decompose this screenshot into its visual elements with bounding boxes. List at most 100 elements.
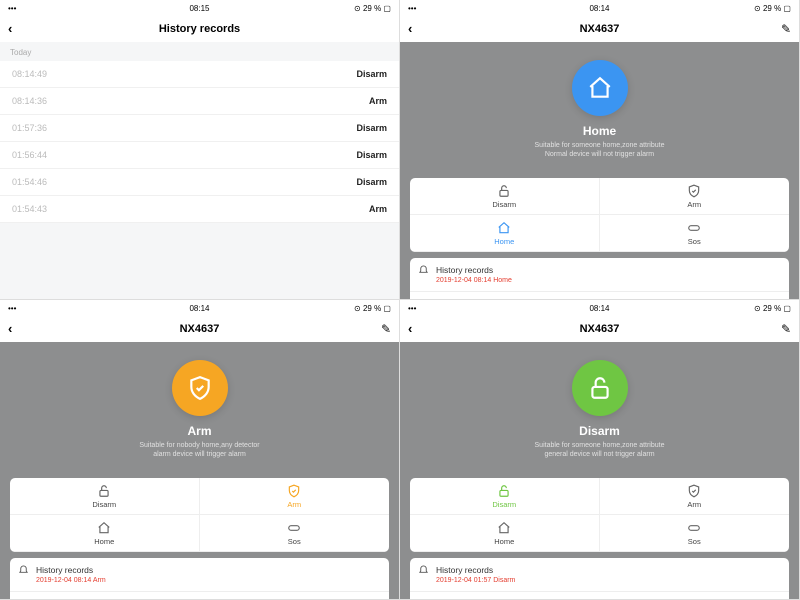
menu-label: History records 2019-12-04 01:57 Disarm	[436, 565, 781, 584]
page-title: NX4637	[424, 323, 775, 335]
mode-label: Disarm	[410, 200, 599, 209]
mode-home[interactable]: Home	[410, 215, 600, 252]
history-time: 08:14:36	[12, 96, 47, 106]
history-row[interactable]: 01:56:44 Disarm	[0, 142, 399, 169]
bell-icon	[418, 565, 430, 576]
mode-title: Disarm	[410, 424, 789, 438]
mode-label: Home	[410, 237, 599, 246]
phone-screen: ••• 08:14 ⊙ 29 % ▢ ‹ NX4637 ✎ Arm Suitab…	[0, 300, 400, 600]
mode-arm[interactable]: Arm	[200, 478, 390, 515]
battery-icon: ⊙ 29 % ▢	[721, 304, 791, 313]
menu-card: History records 2019-12-04 08:14 Home Ac…	[410, 258, 789, 300]
lock-open-icon	[410, 184, 599, 198]
history-body: Today 08:14:49 Disarm 08:14:36 Arm 01:57…	[0, 42, 399, 299]
mode-disarm[interactable]: Disarm	[410, 478, 600, 515]
title-bar: ‹ NX4637 ✎	[0, 317, 399, 342]
mode-label: Arm	[600, 200, 790, 209]
history-row[interactable]: 01:54:43 Arm	[0, 196, 399, 223]
mode-label: Sos	[200, 537, 390, 546]
screen-body: Arm Suitable for nobody home,any detecto…	[0, 342, 399, 600]
bell-icon	[418, 265, 430, 276]
home-icon	[410, 221, 599, 235]
mode-title: Arm	[10, 424, 389, 438]
lock-open-icon	[410, 484, 599, 498]
history-action: Disarm	[356, 150, 387, 160]
mode-disarm[interactable]: Disarm	[410, 178, 600, 215]
page-title: History records	[24, 23, 375, 35]
menu-label: History records 2019-12-04 08:14 Home	[436, 265, 781, 284]
history-latest: 2019-12-04 08:14 Home	[436, 277, 781, 284]
history-row[interactable]: 01:54:46 Disarm	[0, 169, 399, 196]
status-bar: ••• 08:14 ⊙ 29 % ▢	[400, 300, 799, 317]
sos-icon	[600, 521, 790, 535]
phone-screen: ••• 08:15 ⊙ 29 % ▢ ‹ History records Tod…	[0, 0, 400, 300]
title-bar: ‹ NX4637 ✎	[400, 17, 799, 42]
history-section-label: Today	[0, 42, 399, 61]
history-time: 01:54:43	[12, 204, 47, 214]
mode-label: Arm	[600, 500, 790, 509]
mode-hero: Arm Suitable for nobody home,any detecto…	[10, 350, 389, 472]
battery-icon: ⊙ 29 % ▢	[321, 304, 391, 313]
home-icon	[410, 521, 599, 535]
mode-home[interactable]: Home	[10, 515, 200, 552]
mode-circle-icon	[572, 60, 628, 116]
screen-body: Home Suitable for someone home,zone attr…	[400, 42, 799, 300]
back-button[interactable]: ‹	[408, 321, 424, 336]
mode-sos[interactable]: Sos	[600, 515, 790, 552]
mode-subtitle: Suitable for someone home,zone attribute…	[410, 141, 789, 160]
title-bar: ‹ NX4637 ✎	[400, 317, 799, 342]
history-action: Disarm	[356, 123, 387, 133]
history-time: 01:56:44	[12, 150, 47, 160]
history-action: Arm	[369, 96, 387, 106]
mode-grid: Disarm Arm Home Sos	[410, 478, 789, 552]
menu-history[interactable]: History records 2019-12-04 01:57 Disarm	[410, 558, 789, 592]
mode-hero: Disarm Suitable for someone home,zone at…	[410, 350, 789, 472]
clock: 08:14	[78, 304, 321, 313]
battery-icon: ⊙ 29 % ▢	[321, 4, 391, 13]
mode-sos[interactable]: Sos	[200, 515, 390, 552]
back-button[interactable]: ‹	[8, 21, 24, 36]
menu-history[interactable]: History records 2019-12-04 08:14 Arm	[10, 558, 389, 592]
menu-history[interactable]: History records 2019-12-04 08:14 Home	[410, 258, 789, 292]
mode-disarm[interactable]: Disarm	[10, 478, 200, 515]
bell-icon	[18, 565, 30, 576]
menu-card: History records 2019-12-04 08:14 Arm Acc…	[10, 558, 389, 600]
mode-grid: Disarm Arm Home Sos	[10, 478, 389, 552]
sos-icon	[200, 521, 390, 535]
mode-arm[interactable]: Arm	[600, 178, 790, 215]
menu-accessories[interactable]: Accessories	[10, 592, 389, 600]
mode-label: Home	[410, 537, 599, 546]
mode-sos[interactable]: Sos	[600, 215, 790, 252]
lock-open-icon	[10, 484, 199, 498]
history-row[interactable]: 01:57:36 Disarm	[0, 115, 399, 142]
back-button[interactable]: ‹	[8, 321, 24, 336]
back-button[interactable]: ‹	[408, 21, 424, 36]
mode-circle-icon	[572, 360, 628, 416]
mode-hero: Home Suitable for someone home,zone attr…	[410, 50, 789, 172]
mode-label: Disarm	[410, 500, 599, 509]
clock: 08:15	[78, 4, 321, 13]
title-bar: ‹ History records	[0, 17, 399, 42]
mode-label: Home	[10, 537, 199, 546]
mode-label: Sos	[600, 537, 790, 546]
status-bar: ••• 08:15 ⊙ 29 % ▢	[0, 0, 399, 17]
signal-icon: •••	[408, 304, 478, 313]
mode-arm[interactable]: Arm	[600, 478, 790, 515]
edit-button[interactable]: ✎	[375, 322, 391, 336]
history-time: 01:57:36	[12, 123, 47, 133]
menu-label: History records 2019-12-04 08:14 Arm	[36, 565, 381, 584]
menu-accessories[interactable]: Accessories	[410, 592, 789, 600]
edit-button[interactable]: ✎	[775, 22, 791, 36]
sos-icon	[600, 221, 790, 235]
clock: 08:14	[478, 304, 721, 313]
menu-accessories[interactable]: Accessories	[410, 292, 789, 300]
page-title: NX4637	[24, 323, 375, 335]
edit-button[interactable]: ✎	[775, 322, 791, 336]
mode-home[interactable]: Home	[410, 515, 600, 552]
signal-icon: •••	[8, 304, 78, 313]
history-action: Disarm	[356, 177, 387, 187]
history-row[interactable]: 08:14:49 Disarm	[0, 61, 399, 88]
history-row[interactable]: 08:14:36 Arm	[0, 88, 399, 115]
shield-icon	[200, 484, 390, 498]
signal-icon: •••	[408, 4, 478, 13]
